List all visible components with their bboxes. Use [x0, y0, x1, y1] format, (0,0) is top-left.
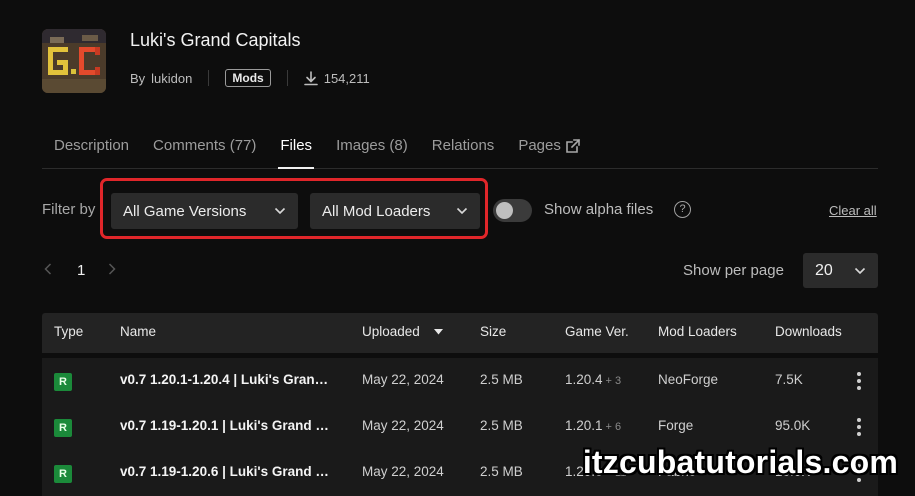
filter-label: Filter by — [42, 201, 96, 218]
more-options-icon[interactable] — [856, 372, 862, 390]
file-name-link[interactable]: v0.7 1.19-1.20.1 | Luki's Grand Capitals — [120, 418, 336, 433]
show-alpha-toggle[interactable] — [493, 199, 532, 222]
col-mod-loaders[interactable]: Mod Loaders — [658, 324, 737, 339]
col-size[interactable]: Size — [480, 324, 506, 339]
chevron-down-icon — [854, 267, 866, 274]
sort-desc-icon — [433, 329, 443, 335]
divider — [286, 70, 288, 86]
tab-label: Description — [54, 137, 130, 154]
tab-label: Relations — [431, 137, 495, 154]
prev-page-button[interactable] — [44, 262, 52, 280]
file-game-ver: 1.20.1 + 6 — [565, 418, 621, 433]
file-name-link[interactable]: v0.7 1.19-1.20.6 | Luki's Grand Capitals — [120, 464, 336, 479]
per-page-select[interactable]: 20 — [803, 253, 878, 288]
files-table-header: Type Name Uploaded Size Game Ver. Mod Lo… — [42, 313, 878, 353]
current-page[interactable]: 1 — [77, 262, 85, 279]
file-name-link[interactable]: v0.7 1.20.1-1.20.4 | Luki's Grand Capita… — [120, 372, 336, 387]
tab-description[interactable]: Description — [42, 130, 141, 168]
file-uploaded: May 22, 2024 — [362, 464, 444, 479]
download-icon — [303, 70, 318, 85]
help-icon[interactable]: ? — [674, 201, 691, 218]
file-game-ver: 1.20.4 + 3 — [565, 372, 621, 387]
file-size: 2.5 MB — [480, 464, 523, 479]
file-loader: NeoForge — [658, 372, 719, 387]
clear-all-link[interactable]: Clear all — [829, 203, 877, 218]
game-ver-value: 1.20.4 — [565, 372, 603, 387]
tab-pages[interactable]: Pages — [506, 130, 593, 168]
tab-files[interactable]: Files — [268, 130, 324, 169]
toggle-knob — [496, 202, 513, 219]
release-type-badge: R — [54, 465, 72, 483]
download-count-value: 154,211 — [323, 70, 370, 86]
chevron-left-icon — [44, 263, 52, 275]
show-alpha-label: Show alpha files — [544, 201, 654, 218]
release-type-badge: R — [54, 373, 72, 391]
project-meta: By lukidon Mods 154,211 — [130, 68, 370, 88]
game-ver-value: 1.20.1 — [565, 418, 603, 433]
release-type-badge: R — [54, 419, 72, 437]
col-uploaded[interactable]: Uploaded — [362, 324, 443, 339]
gc-logo-icon — [42, 29, 106, 93]
watermark-text: itzcubatutorials.com — [582, 444, 898, 480]
game-ver-more: + 6 — [605, 421, 622, 433]
next-page-button[interactable] — [108, 262, 116, 280]
col-type[interactable]: Type — [54, 324, 83, 339]
game-ver-more: + 3 — [605, 375, 622, 387]
per-page-value: 20 — [815, 261, 833, 279]
project-logo — [42, 29, 106, 93]
project-tabs: Description Comments (77) Files Images (… — [42, 130, 878, 169]
file-downloads: 7.5K — [775, 372, 803, 387]
tab-relations[interactable]: Relations — [420, 130, 507, 168]
project-title: Luki's Grand Capitals — [130, 30, 301, 50]
tab-images[interactable]: Images (8) — [324, 130, 420, 168]
file-uploaded: May 22, 2024 — [362, 372, 444, 387]
file-size: 2.5 MB — [480, 418, 523, 433]
col-uploaded-label: Uploaded — [362, 324, 420, 339]
external-link-icon — [566, 138, 580, 153]
divider — [208, 70, 210, 86]
col-name[interactable]: Name — [120, 324, 156, 339]
author-link[interactable]: lukidon — [151, 71, 192, 86]
category-badge[interactable]: Mods — [225, 69, 271, 87]
tab-comments[interactable]: Comments (77) — [141, 130, 268, 168]
col-game-ver[interactable]: Game Ver. — [565, 324, 629, 339]
file-uploaded: May 22, 2024 — [362, 418, 444, 433]
file-loader: Forge — [658, 418, 694, 433]
more-options-icon[interactable] — [856, 418, 862, 436]
annotation-highlight-box — [100, 178, 488, 239]
by-label: By — [130, 70, 146, 86]
download-count: 154,211 — [303, 70, 370, 86]
tab-label: Images (8) — [336, 137, 408, 154]
per-page-label: Show per page — [683, 262, 784, 279]
table-row[interactable]: R v0.7 1.20.1-1.20.4 | Luki's Grand Capi… — [42, 358, 878, 404]
tab-label: Comments (77) — [153, 137, 257, 154]
file-size: 2.5 MB — [480, 372, 523, 387]
col-downloads[interactable]: Downloads — [775, 324, 842, 339]
tab-label: Files — [280, 137, 313, 154]
tab-label: Pages — [518, 137, 561, 154]
file-downloads: 95.0K — [775, 418, 811, 433]
chevron-right-icon — [108, 263, 116, 275]
